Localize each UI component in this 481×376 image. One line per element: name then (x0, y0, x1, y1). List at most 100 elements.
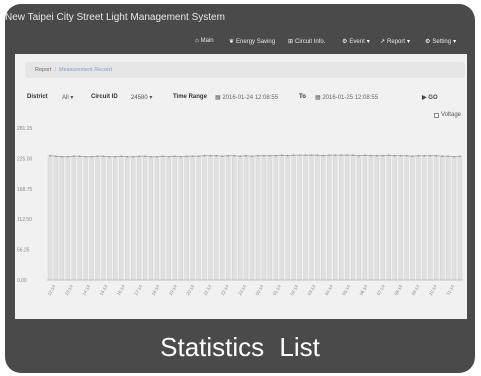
voltage-point (369, 154, 372, 157)
main-panel: Report / Measurement Record District All ▾… (15, 54, 467, 319)
x-tick-label: 21:14 (203, 284, 213, 297)
x-tick-label: 16:14 (116, 284, 126, 297)
x-tick-label: 09:14 (411, 284, 421, 297)
circuit-select[interactable]: 24580 ▾ (131, 94, 152, 101)
time-start-value: 2016-01-24 12:08:55 (222, 95, 279, 101)
voltage-bar (267, 155, 273, 281)
voltage-bar (279, 154, 284, 281)
time-end-field[interactable]: ▦ 2016-01-25 12:08:55 (315, 94, 378, 101)
voltage-point (138, 155, 141, 158)
chart-legend[interactable]: Voltage (433, 112, 461, 118)
voltage-bar (422, 155, 427, 281)
time-start-field[interactable]: ▦ 2016-01-24 12:08:55 (215, 94, 278, 101)
voltage-point (185, 155, 188, 158)
voltage-bar (65, 156, 70, 281)
voltage-bar (392, 155, 397, 281)
voltage-bar (445, 156, 451, 281)
voltage-bar (273, 155, 278, 281)
voltage-point (298, 154, 301, 157)
voltage-point (209, 154, 212, 157)
voltage-bar (190, 156, 195, 281)
voltage-bar (339, 154, 344, 281)
breadcrumb-home[interactable]: Report (35, 67, 52, 73)
y-tick-label: 281.25 (17, 126, 33, 132)
voltage-point (387, 154, 390, 157)
go-button[interactable]: ▶ GO (422, 94, 438, 101)
x-tick-label: 04:14 (324, 284, 334, 297)
home-icon: ⌂ (195, 38, 199, 44)
nav-main-label: Main (200, 38, 214, 44)
voltage-bar (77, 156, 82, 281)
filter-bar: District All ▾ Circuit ID 24580 ▾ Time R… (27, 94, 467, 106)
x-tick-label: 19:14 (168, 284, 178, 297)
voltage-point (191, 155, 194, 158)
nav-setting-label: Setting (432, 38, 452, 45)
voltage-bar (202, 155, 207, 281)
nav-main[interactable]: ⌂ Main (195, 38, 214, 44)
voltage-point (417, 154, 420, 157)
x-tick-label: 10:14 (428, 284, 438, 297)
nav-circuit-info[interactable]: ⊞ Circuit Info. (288, 38, 325, 46)
voltage-bar (451, 156, 457, 281)
circuit-icon: ⊞ (288, 39, 294, 45)
voltage-bar (160, 156, 166, 281)
voltage-point (239, 155, 242, 158)
voltage-point (423, 154, 426, 157)
voltage-bar (107, 156, 112, 281)
voltage-point (120, 155, 123, 158)
voltage-point (429, 154, 432, 157)
voltage-point (245, 154, 247, 157)
voltage-bar (232, 155, 237, 281)
x-tick-label: 13:14 (64, 284, 74, 297)
breadcrumb-current: Measurement Record (59, 67, 112, 73)
y-tick-label: 0.00 (17, 278, 27, 284)
voltage-point (322, 154, 325, 157)
voltage-bar (333, 154, 338, 281)
voltage-point (173, 155, 176, 158)
y-tick-label: 168.75 (17, 187, 33, 193)
x-tick-label: 18:14 (151, 284, 161, 297)
district-value: All (62, 95, 69, 101)
gears-icon: ⚙ (342, 39, 348, 45)
voltage-bar (119, 156, 124, 281)
voltage-bar (47, 155, 53, 281)
voltage-point (108, 155, 111, 158)
voltage-bar (315, 154, 320, 281)
nav-energy-saving[interactable]: ❦ Energy Saving (229, 38, 275, 46)
voltage-bar (243, 155, 249, 281)
voltage-bar (398, 155, 403, 281)
line-chart-icon: ↗ (380, 39, 386, 45)
caret-down-icon: ▾ (407, 39, 411, 45)
time-range-label: Time Range (173, 94, 207, 100)
go-label: GO (428, 95, 438, 101)
voltage-point (251, 155, 253, 158)
voltage-point (358, 154, 360, 157)
voltage-point (381, 154, 384, 157)
voltage-point (221, 155, 224, 158)
voltage-bar (386, 154, 391, 281)
voltage-point (132, 155, 135, 158)
voltage-bar (457, 156, 463, 281)
x-tick-label: 20:14 (185, 284, 195, 297)
x-tick-label: 11:14 (445, 284, 455, 296)
nav-setting[interactable]: ⚙ Setting ▾ (425, 38, 456, 46)
voltage-chart: 281.25 225.00 168.75 112.50 56.25 0.00 12:14 13… (17, 126, 463, 297)
play-icon: ▶ (422, 95, 427, 101)
x-tick-label: 06:14 (359, 284, 369, 297)
voltage-bar (327, 154, 332, 281)
district-select[interactable]: All ▾ (62, 94, 73, 101)
voltage-point (55, 155, 57, 158)
voltage-point (257, 154, 259, 157)
voltage-point (286, 154, 289, 157)
voltage-point (411, 155, 414, 158)
voltage-bar (83, 156, 88, 281)
voltage-bar (154, 156, 160, 281)
nav-report-label: Report (387, 38, 406, 45)
nav-event[interactable]: ⚙ Event ▾ (342, 38, 370, 46)
voltage-bar (125, 156, 130, 281)
y-tick-label: 112.50 (17, 217, 32, 223)
nav-report[interactable]: ↗ Report ▾ (380, 38, 411, 46)
voltage-point (405, 154, 408, 157)
x-tick-label: 05:14 (341, 284, 351, 297)
voltage-bar (101, 156, 106, 281)
